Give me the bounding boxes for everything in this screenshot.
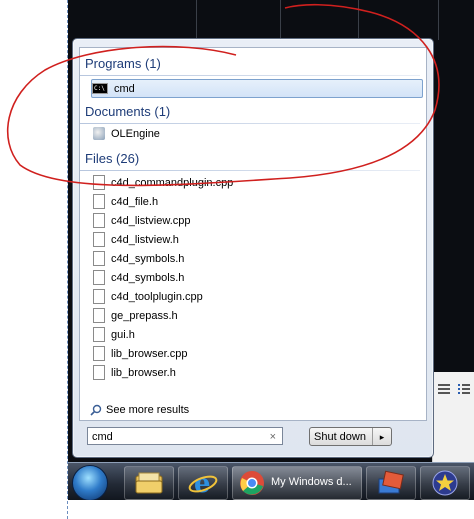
file-result-item[interactable]: c4d_listview.cpp [93,212,191,229]
group-divider [80,170,420,171]
result-item-label: OLEngine [111,127,160,140]
shutdown-options-arrow-icon[interactable]: ▸ [372,428,391,445]
search-results-pane: Programs (1) cmd Documents (1) OLEngine … [79,47,427,421]
selection-guide [67,0,68,519]
result-item-label: c4d_symbols.h [111,271,185,284]
result-item-label: c4d_commandplugin.cpp [111,176,234,189]
document-icon [93,127,105,140]
group-divider [80,75,420,76]
result-item-label: lib_browser.cpp [111,347,188,360]
file-result-item[interactable]: c4d_symbols.h [93,250,184,267]
taskbar: e My Windows d... [68,462,474,501]
taskbar-app-button[interactable] [366,466,416,500]
result-item-label: c4d_toolplugin.cpp [111,290,203,303]
background-divider [196,0,197,40]
screen-bottom-area [68,500,474,519]
taskbar-ie-button[interactable]: e [178,466,228,500]
background-divider [358,0,359,40]
result-item-label: c4d_listview.cpp [111,214,191,227]
file-result-item[interactable]: c4d_listview.h [93,231,179,248]
files-group-header[interactable]: Files (26) [85,151,139,166]
start-orb-icon[interactable] [72,465,108,501]
result-item-label: c4d_listview.h [111,233,179,246]
file-icon [93,289,105,304]
list-icon[interactable] [437,382,451,396]
file-result-item[interactable]: lib_browser.h [93,364,176,381]
background-divider [280,0,281,40]
see-more-results-label: See more results [106,404,190,416]
file-icon [93,194,105,209]
background-toolbar-panel [432,372,474,462]
file-icon [93,270,105,285]
result-item-label: c4d_file.h [111,195,159,208]
result-item-cmd[interactable]: cmd [91,79,423,98]
search-input[interactable]: cmd × [87,427,283,445]
see-more-results-link[interactable]: See more results [90,404,189,416]
taskbar-chrome-label: My Windows d... [271,476,352,488]
search-input-value: cmd [92,431,113,443]
shutdown-button[interactable]: Shut down ▸ [309,427,392,446]
taskbar-chrome-button[interactable]: My Windows d... [232,466,362,500]
file-result-item[interactable]: gui.h [93,326,135,343]
internet-explorer-icon: e [188,469,218,497]
background-divider [438,0,439,40]
search-icon [90,404,102,416]
file-icon [93,346,105,361]
svg-text:e: e [194,469,211,497]
file-result-item[interactable]: c4d_toolplugin.cpp [93,288,203,305]
cmd-icon [92,83,108,94]
clear-search-icon[interactable]: × [270,428,276,446]
shutdown-label: Shut down [314,431,366,443]
file-result-item[interactable]: lib_browser.cpp [93,345,187,362]
file-result-item[interactable]: ge_prepass.h [93,307,178,324]
file-icon [93,213,105,228]
result-item-label: ge_prepass.h [111,309,178,322]
result-item-label: lib_browser.h [111,366,176,379]
result-item-label: gui.h [111,328,135,341]
file-result-item[interactable]: c4d_commandplugin.cpp [93,174,233,191]
programs-group-header[interactable]: Programs (1) [85,56,161,71]
star-app-icon [432,470,458,496]
result-item-label: cmd [114,82,135,95]
file-result-item[interactable]: c4d_symbols.h [93,269,184,286]
chrome-icon [240,471,264,495]
file-icon [93,232,105,247]
taskbar-explorer-button[interactable] [124,466,174,500]
numbered-list-icon[interactable] [457,382,471,396]
file-icon [93,308,105,323]
result-item-olengine[interactable]: OLEngine [93,125,160,142]
start-menu: Programs (1) cmd Documents (1) OLEngine … [72,38,434,458]
taskbar-star-button[interactable] [420,466,470,500]
file-icon [93,251,105,266]
file-icon [93,365,105,380]
explorer-folder-icon [135,472,163,494]
file-result-item[interactable]: c4d_file.h [93,193,158,210]
app-icon [378,470,404,494]
file-icon [93,175,105,190]
group-divider [80,123,420,124]
file-icon [93,327,105,342]
documents-group-header[interactable]: Documents (1) [85,104,170,119]
result-item-label: c4d_symbols.h [111,252,185,265]
